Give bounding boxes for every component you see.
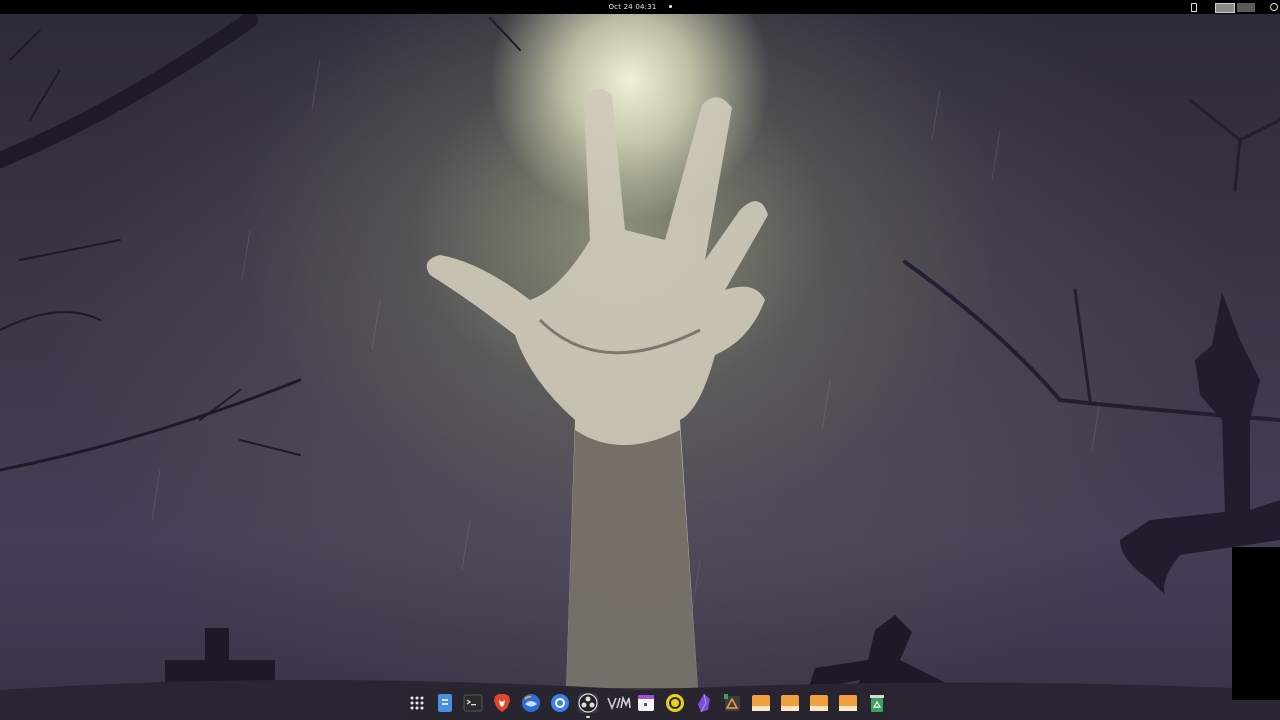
folder-icon [810,695,828,711]
brave-browser-button[interactable] [492,693,512,713]
obs-studio-button[interactable] [578,693,598,718]
wallpaper-artwork [0,12,1280,720]
files-button[interactable] [435,693,455,713]
chat-bubble-icon [551,694,569,712]
desktop-wallpaper [0,0,1280,720]
chat-app-button[interactable] [550,693,570,713]
folder-icon [839,695,857,711]
workspace-2-thumbnail-icon[interactable] [1237,3,1255,12]
recycle-bin-icon [870,695,884,712]
dock [402,688,894,720]
terminal-button[interactable] [463,693,483,713]
notification-dot-icon [668,4,672,8]
calendar-button[interactable] [636,693,656,713]
workspace-1-thumbnail-icon[interactable] [1215,3,1235,13]
calendar-icon [638,695,654,711]
disk-icon [666,694,684,712]
obsidian-button[interactable] [694,693,714,713]
power-icon[interactable] [1270,3,1278,11]
thunderbird-button[interactable] [521,693,541,713]
obs-icon [578,693,598,713]
folder-1-button[interactable] [751,693,771,713]
brave-lion-icon [494,694,510,712]
folder-icon [781,695,799,711]
folder-2-button[interactable] [780,693,800,713]
disk-app-button[interactable] [665,693,685,713]
folder-3-button[interactable] [809,693,829,713]
black-overlay-panel [1232,547,1280,700]
top-bar: Oct 24 04:31 [0,0,1280,14]
terminal-icon [463,694,483,712]
app-grid-button[interactable] [407,693,427,713]
folder-4-button[interactable] [838,693,858,713]
vim-button[interactable] [607,693,631,713]
builder-icon [724,694,740,711]
clock-button[interactable]: Oct 24 04:31 [0,0,1280,14]
running-indicator [586,716,590,718]
obsidian-gem-icon [698,693,710,713]
app-grid-icon [410,696,424,710]
files-icon [438,694,452,712]
thunderbird-icon [522,694,540,712]
builder-button[interactable] [722,693,742,713]
folder-icon [752,695,770,711]
phone-icon[interactable] [1191,3,1197,12]
clock-text: Oct 24 04:31 [608,3,657,11]
vim-icon [607,696,631,710]
trash-button[interactable] [867,693,887,713]
